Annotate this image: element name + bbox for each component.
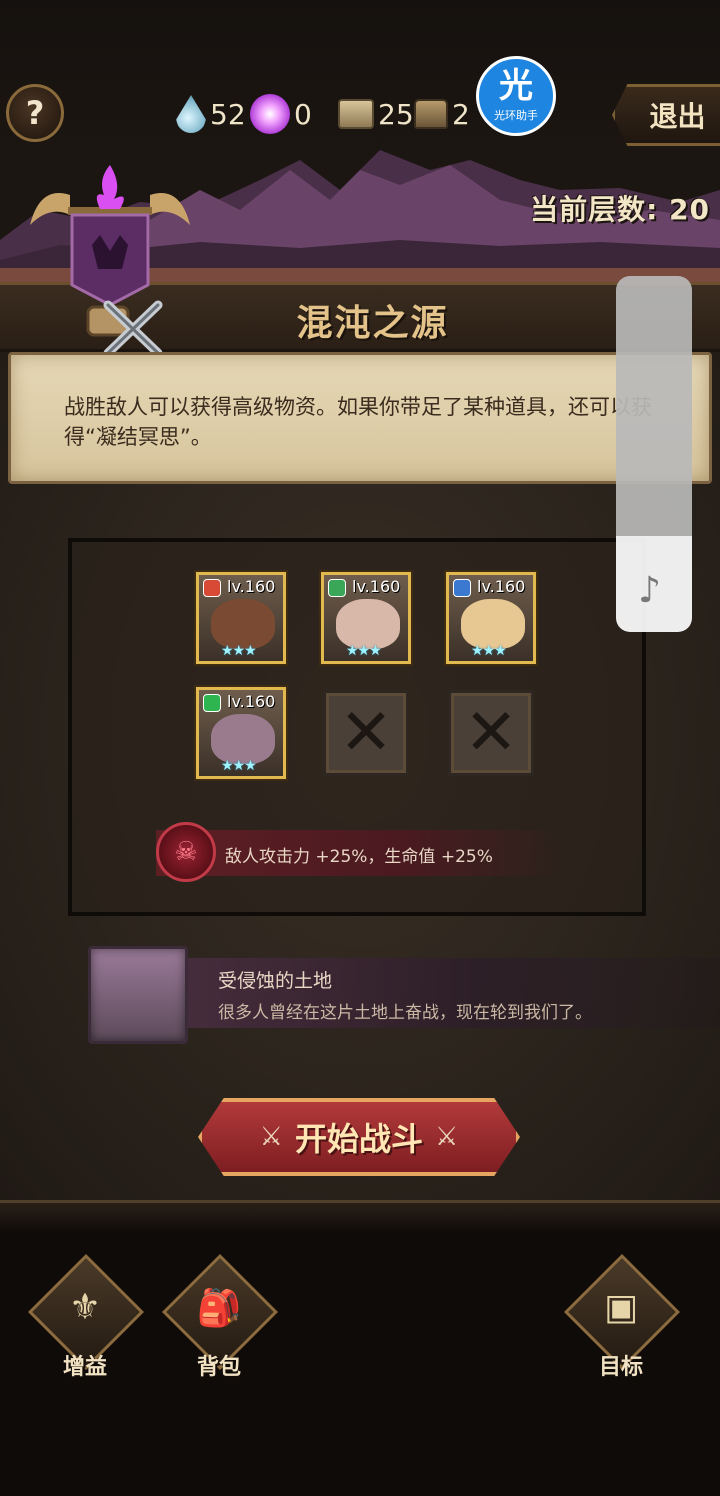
chest-icon [414,99,448,129]
star-rating: ★★★ [221,643,257,659]
resource-water: 52 [176,92,246,136]
resource-scroll: 25 [338,92,414,136]
land-description: 很多人曾经在这片土地上奋战，现在轮到我们了。 [218,1003,592,1023]
chest-count: 2 [452,97,470,131]
water-drop-icon [176,95,206,133]
hero-portrait [336,599,400,649]
empty-slot-x-icon: ✕ [464,696,518,770]
crossed-swords-icon: ⚔ [259,1122,283,1152]
eroded-land-icon [88,946,188,1044]
star-rating: ★★★ [221,758,257,774]
hero-level: lv.160 [477,577,526,596]
scroll-count: 25 [378,97,414,131]
hero-portrait [211,714,275,764]
nav-backpack-button[interactable]: 🎒 背包 [162,1254,278,1380]
crossed-swords-icon: ⚔ [435,1122,459,1152]
hero-level: lv.160 [227,692,276,711]
hero-portrait [211,599,275,649]
purple-orb-icon [250,94,290,134]
star-rating: ★★★ [471,643,507,659]
hero-portrait [461,599,525,649]
empty-hero-slot[interactable]: ✕ [323,690,409,776]
empty-hero-slot[interactable]: ✕ [448,690,534,776]
helper-logo-icon: 光 [499,66,533,106]
nav-target-button[interactable]: ▣ 目标 [564,1254,680,1380]
nav-buff-button[interactable]: ⚜ 增益 [28,1254,144,1380]
help-button[interactable]: ? [6,84,64,142]
question-icon: ? [25,94,45,132]
resource-orb: 0 [250,92,312,136]
start-battle-button[interactable]: ⚔ 开始战斗 ⚔ [198,1098,520,1176]
stage-description: 战胜敌人可以获得高级物资。如果你带足了某种道具，还可以获得“凝结冥思”。 [64,395,652,449]
nature-element-icon [328,579,346,597]
floor-label: 当前层数: [530,193,659,226]
hero-level: lv.160 [352,577,401,596]
top-bar [0,0,720,160]
nav-buff-label: 增益 [62,1355,107,1380]
hero-slot-2[interactable]: lv.160 ★★★ [321,572,411,664]
exit-button[interactable]: 退出 [612,84,720,146]
bottom-divider [0,1200,720,1230]
music-note-icon[interactable]: ♪ [638,570,661,611]
floor-indicator: 当前层数: 20 [530,188,710,228]
demon-banner-icon [30,165,190,355]
start-battle-label: 开始战斗 [294,1120,423,1158]
hero-level: lv.160 [227,577,276,596]
buff-emblem-icon: ⚜ [68,1287,102,1328]
resource-chest: 2 [414,92,470,136]
hero-slot-4[interactable]: lv.160 ★★★ [196,687,286,779]
enemy-buff-text: 敌人攻击力 +25%，生命值 +25% [225,847,493,867]
treasure-chest-icon: ▣ [603,1287,638,1328]
scroll-icon [338,99,374,129]
nav-backpack-label: 背包 [196,1355,241,1380]
floor-value: 20 [669,193,710,226]
fire-element-icon [203,579,221,597]
hero-slot-3[interactable]: lv.160 ★★★ [446,572,536,664]
backpack-icon: 🎒 [196,1288,242,1329]
exit-label: 退出 [649,100,706,133]
star-rating: ★★★ [346,643,382,659]
orb-count: 0 [294,97,312,131]
water-element-icon [453,579,471,597]
land-title: 受侵蚀的土地 [218,970,333,992]
helper-app-button[interactable]: 光 光环助手 [476,56,556,136]
heal-element-icon [203,694,221,712]
empty-slot-x-icon: ✕ [339,696,393,770]
water-count: 52 [210,97,246,131]
helper-label: 光环助手 [494,109,538,122]
demon-skull-icon: ☠ [156,822,216,882]
nav-target-label: 目标 [598,1355,643,1380]
hero-slot-1[interactable]: lv.160 ★★★ [196,572,286,664]
